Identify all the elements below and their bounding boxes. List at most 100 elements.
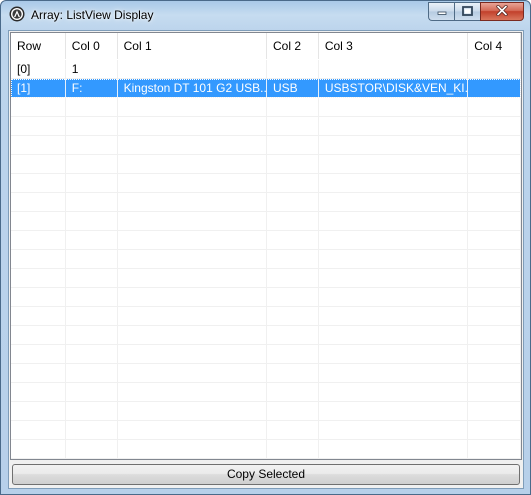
caption-buttons (428, 2, 524, 21)
autoit-icon[interactable] (9, 6, 25, 22)
empty-cell (11, 212, 66, 231)
empty-cell (468, 212, 521, 231)
empty-cell (11, 98, 66, 117)
empty-cell (118, 383, 267, 402)
minimize-button[interactable] (428, 2, 454, 21)
empty-cell (66, 136, 118, 155)
empty-cell (267, 288, 319, 307)
table-cell: F: (66, 79, 118, 98)
empty-cell (468, 402, 521, 421)
empty-row (11, 440, 521, 459)
table-cell (319, 60, 469, 79)
empty-row (11, 288, 521, 307)
empty-cell (118, 402, 267, 421)
empty-cell (468, 174, 521, 193)
column-header-col0[interactable]: Col 0 (66, 33, 118, 59)
empty-row (11, 269, 521, 288)
empty-cell (11, 440, 66, 459)
empty-cell (468, 421, 521, 440)
empty-row (11, 231, 521, 250)
empty-cell (319, 136, 469, 155)
array-listview[interactable]: Row Col 0 Col 1 Col 2 Col 3 Col 4 [0] 1 … (10, 32, 522, 460)
empty-row (11, 383, 521, 402)
empty-cell (11, 288, 66, 307)
empty-cell (11, 174, 66, 193)
table-cell (468, 79, 521, 98)
copy-selected-button[interactable]: Copy Selected (12, 464, 520, 485)
empty-cell (319, 250, 469, 269)
empty-cell (267, 98, 319, 117)
empty-cell (267, 174, 319, 193)
empty-cell (66, 307, 118, 326)
empty-cell (267, 136, 319, 155)
empty-cell (118, 250, 267, 269)
empty-row (11, 307, 521, 326)
maximize-icon (462, 5, 473, 19)
column-header-col4[interactable]: Col 4 (468, 33, 521, 59)
empty-cell (319, 117, 469, 136)
minimize-icon (437, 5, 447, 19)
empty-cell (468, 288, 521, 307)
empty-cell (11, 231, 66, 250)
empty-cell (468, 117, 521, 136)
empty-cell (319, 345, 469, 364)
empty-cell (66, 421, 118, 440)
table-cell (267, 60, 319, 79)
empty-cell (66, 193, 118, 212)
empty-cell (319, 155, 469, 174)
table-row-selected[interactable]: [1] F: Kingston DT 101 G2 USB... USB USB… (11, 79, 521, 98)
empty-cell (66, 231, 118, 250)
empty-cell (118, 288, 267, 307)
empty-cell (319, 288, 469, 307)
empty-cell (267, 440, 319, 459)
empty-cell (66, 364, 118, 383)
empty-cell (267, 364, 319, 383)
empty-cell (468, 193, 521, 212)
empty-cell (11, 383, 66, 402)
empty-cell (267, 307, 319, 326)
empty-cell (319, 421, 469, 440)
empty-row (11, 326, 521, 345)
empty-cell (468, 136, 521, 155)
empty-cell (66, 383, 118, 402)
column-header-col2[interactable]: Col 2 (267, 33, 319, 59)
empty-cell (319, 326, 469, 345)
empty-cell (11, 117, 66, 136)
client-area: Row Col 0 Col 1 Col 2 Col 3 Col 4 [0] 1 … (8, 30, 524, 489)
column-header-col1[interactable]: Col 1 (118, 33, 267, 59)
column-header-col3[interactable]: Col 3 (319, 33, 469, 59)
empty-row (11, 174, 521, 193)
empty-cell (66, 212, 118, 231)
listview-header: Row Col 0 Col 1 Col 2 Col 3 Col 4 (11, 33, 521, 59)
close-button[interactable] (480, 2, 524, 21)
empty-cell (468, 440, 521, 459)
table-cell (118, 60, 267, 79)
empty-cell (66, 345, 118, 364)
table-row[interactable]: [0] 1 (11, 60, 521, 79)
empty-cell (267, 193, 319, 212)
empty-row (11, 212, 521, 231)
empty-cell (468, 269, 521, 288)
empty-cell (319, 269, 469, 288)
empty-cell (319, 174, 469, 193)
empty-row (11, 193, 521, 212)
title-bar[interactable]: Array: ListView Display (1, 1, 530, 29)
column-header-row[interactable]: Row (11, 33, 66, 59)
empty-cell (468, 345, 521, 364)
empty-cell (118, 440, 267, 459)
empty-cell (66, 288, 118, 307)
empty-cell (118, 136, 267, 155)
maximize-button[interactable] (454, 2, 480, 21)
empty-cell (468, 383, 521, 402)
empty-cell (468, 326, 521, 345)
empty-cell (11, 193, 66, 212)
empty-cell (66, 155, 118, 174)
empty-row (11, 155, 521, 174)
empty-cell (267, 212, 319, 231)
empty-row (11, 345, 521, 364)
empty-cell (468, 231, 521, 250)
row-index-cell: [0] (11, 60, 66, 79)
listview-body: [0] 1 [1] F: Kingston DT 101 G2 USB... U… (11, 60, 521, 459)
empty-cell (319, 212, 469, 231)
empty-cell (267, 326, 319, 345)
